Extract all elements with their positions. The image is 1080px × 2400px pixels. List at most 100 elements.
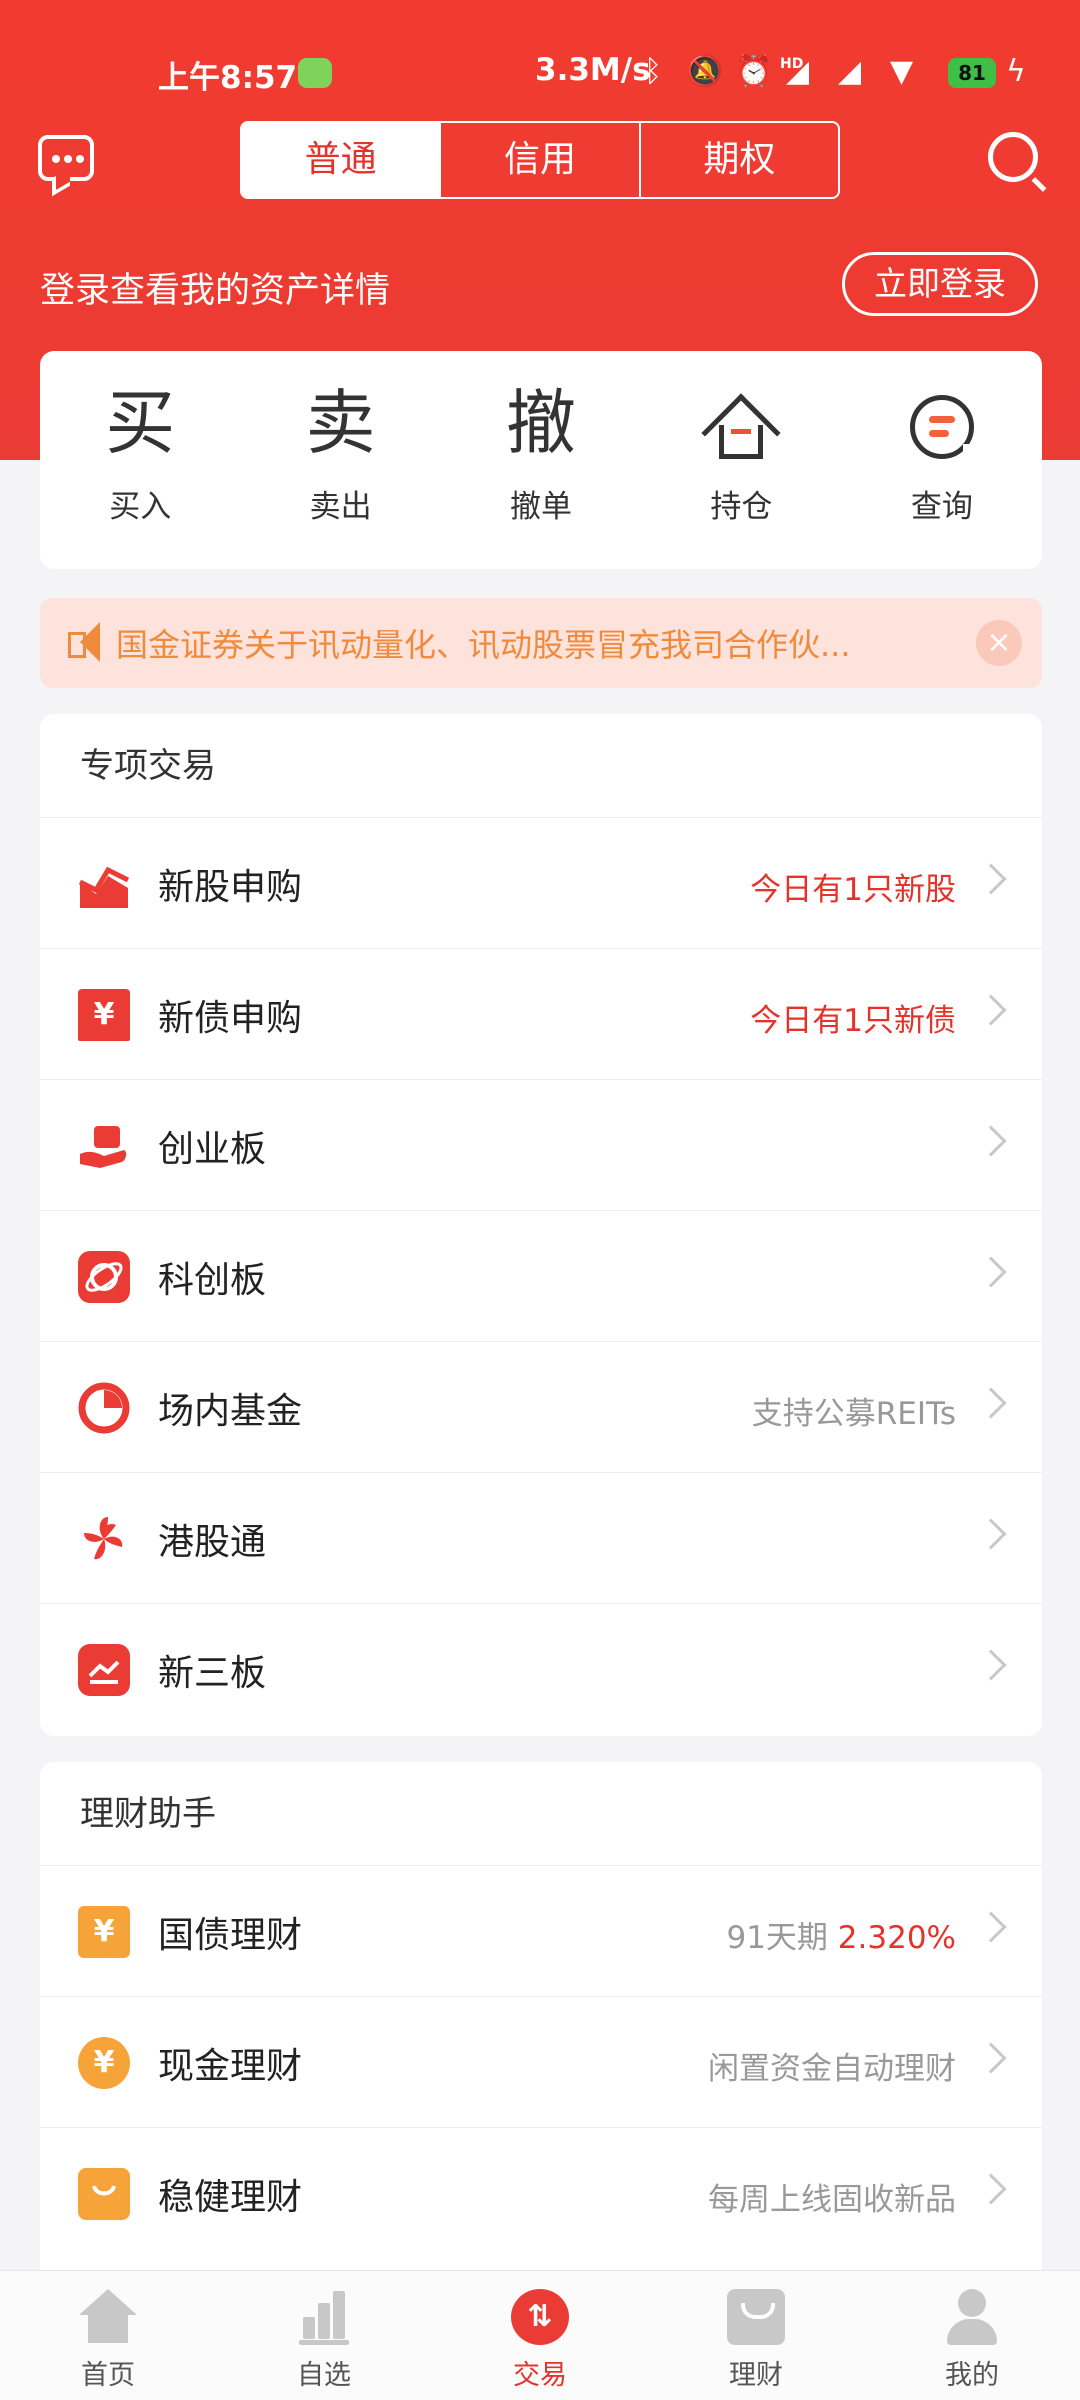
quick-action-label: 卖出 [309,489,372,525]
tab-credit[interactable]: 信用 [439,123,638,197]
quick-action-label: 撤单 [510,489,573,525]
close-icon[interactable]: × [976,620,1022,666]
ticket-yen-icon: ¥ [78,1906,130,1958]
cancel-order-icon: 撤 [506,382,577,464]
chevron-right-icon [975,2173,1007,2205]
nav-label: 理财 [729,2360,783,2391]
nav-wealth[interactable]: 理财 [648,2271,864,2400]
list-item-bond[interactable]: ¥ 新债申购 今日有1只新债 [40,949,1042,1080]
chevron-right-icon [975,1649,1007,1681]
item-label: 新三板 [158,1653,267,1694]
item-info: 今日有1只新债 [750,1003,956,1039]
query-icon [909,395,979,460]
quick-action-query[interactable]: 查询 [842,351,1042,569]
list-item-hk-connect[interactable]: 港股通 [40,1473,1042,1604]
trend-board-icon [78,1644,130,1696]
pie-fund-icon [78,1382,130,1434]
nav-label: 我的 [945,2360,999,2391]
item-label: 港股通 [158,1522,267,1563]
account-type-tabs: 普通 信用 期权 [240,121,840,199]
section-title: 专项交易 [40,714,1042,818]
trade-arrows-icon: ⇅ [511,2289,569,2345]
chevron-right-icon [975,1911,1007,1943]
chevron-right-icon [975,1125,1007,1157]
yield-rate: 2.320% [837,1920,956,1956]
gem-hand-icon [78,1120,130,1172]
item-label: 场内基金 [158,1391,303,1432]
item-info: 91天期 2.320% [726,1912,956,1957]
list-item-neeq[interactable]: 新三板 [40,1604,1042,1735]
speaker-icon [68,622,108,662]
list-item-star-market[interactable]: 科创板 [40,1211,1042,1342]
list-item-treasury[interactable]: ¥ 国债理财 91天期 2.320% [40,1866,1042,1997]
item-info: 每周上线固收新品 [708,2182,956,2218]
network-rate: 3.3M/s [535,52,651,88]
app-notification-icon [298,58,332,88]
quick-action-buy[interactable]: 买 买入 [40,351,240,569]
item-info: 今日有1只新股 [750,872,956,908]
chevron-right-icon [975,994,1007,1026]
nav-label: 自选 [297,2360,351,2391]
bluetooth-icon: ᛒ [644,54,662,89]
battery-level: 81 [948,58,996,88]
nav-mine[interactable]: 我的 [864,2271,1080,2400]
item-label: 国债理财 [158,1915,303,1956]
item-info: 支持公募REITs [751,1396,956,1432]
bond-yen-icon: ¥ [78,989,130,1041]
item-label: 稳健理财 [158,2177,303,2218]
alarm-icon: ⏰ [735,54,773,89]
quick-action-cancel[interactable]: 撤 撤单 [441,351,641,569]
chevron-right-icon [975,1387,1007,1419]
list-item-exchange-fund[interactable]: 场内基金 支持公募REITs [40,1342,1042,1473]
signal-2-icon: ◢ [838,54,862,89]
bottom-nav: 首页 自选 ⇅ 交易 理财 我的 [0,2270,1080,2400]
special-trading-card: 专项交易 新股申购 今日有1只新股 ¥ 新债申购 今日有1只新债 创业板 科创板 [40,714,1042,1736]
quick-action-holdings[interactable]: 持仓 [641,351,841,569]
quick-action-sell[interactable]: 卖 卖出 [240,351,440,569]
quick-actions-card: 买 买入 卖 卖出 撤 撤单 持仓 查询 [40,351,1042,569]
nav-label: 交易 [513,2360,567,2391]
charging-icon: ϟ [1006,54,1026,89]
tab-options[interactable]: 期权 [638,123,838,197]
search-icon[interactable] [988,132,1038,182]
chevron-right-icon [975,1256,1007,1288]
user-icon [943,2289,1001,2345]
list-item-cash[interactable]: ¥ 现金理财 闲置资金自动理财 [40,1997,1042,2128]
house-icon [701,393,782,473]
item-label: 创业板 [158,1129,267,1170]
chevron-right-icon [975,863,1007,895]
login-prompt: 登录查看我的资产详情 [40,271,391,311]
list-item-gem[interactable]: 创业板 [40,1080,1042,1211]
list-item-steady[interactable]: 稳健理财 每周上线固收新品 [40,2128,1042,2259]
bauhinia-icon [78,1513,130,1565]
star-planet-icon [78,1251,130,1303]
shop-bag-icon [78,2168,130,2220]
message-icon[interactable] [38,135,94,181]
status-time: 上午8:57 [158,60,298,96]
chevron-right-icon [975,1518,1007,1550]
list-item-ipo[interactable]: 新股申购 今日有1只新股 [40,818,1042,949]
sell-icon: 卖 [305,382,376,464]
bars-icon [295,2289,353,2345]
notice-banner[interactable]: 国金证券关于讯动量化、讯动股票冒充我司合作伙... × [40,598,1042,688]
term-text: 91天期 [726,1920,828,1956]
mute-bell-icon: 🔕 [686,54,724,89]
notice-text: 国金证券关于讯动量化、讯动股票冒充我司合作伙... [116,626,851,664]
nav-watchlist[interactable]: 自选 [216,2271,432,2400]
item-label: 新股申购 [158,867,303,908]
item-label: 科创板 [158,1260,267,1301]
nav-trade[interactable]: ⇅ 交易 [432,2271,648,2400]
login-button[interactable]: 立即登录 [842,252,1038,316]
tab-normal[interactable]: 普通 [242,123,440,197]
signal-1-icon: ◢ [786,54,810,89]
item-label: 现金理财 [158,2046,303,2087]
item-info: 闲置资金自动理财 [708,2051,956,2087]
wifi-icon: ▼ [890,54,914,89]
nav-home[interactable]: 首页 [0,2271,216,2400]
buy-icon: 买 [105,382,176,464]
bag-icon [727,2289,785,2345]
section-title: 理财助手 [40,1762,1042,1866]
quick-action-label: 买入 [109,489,172,525]
quick-action-label: 持仓 [710,489,773,525]
chevron-right-icon [975,2042,1007,2074]
